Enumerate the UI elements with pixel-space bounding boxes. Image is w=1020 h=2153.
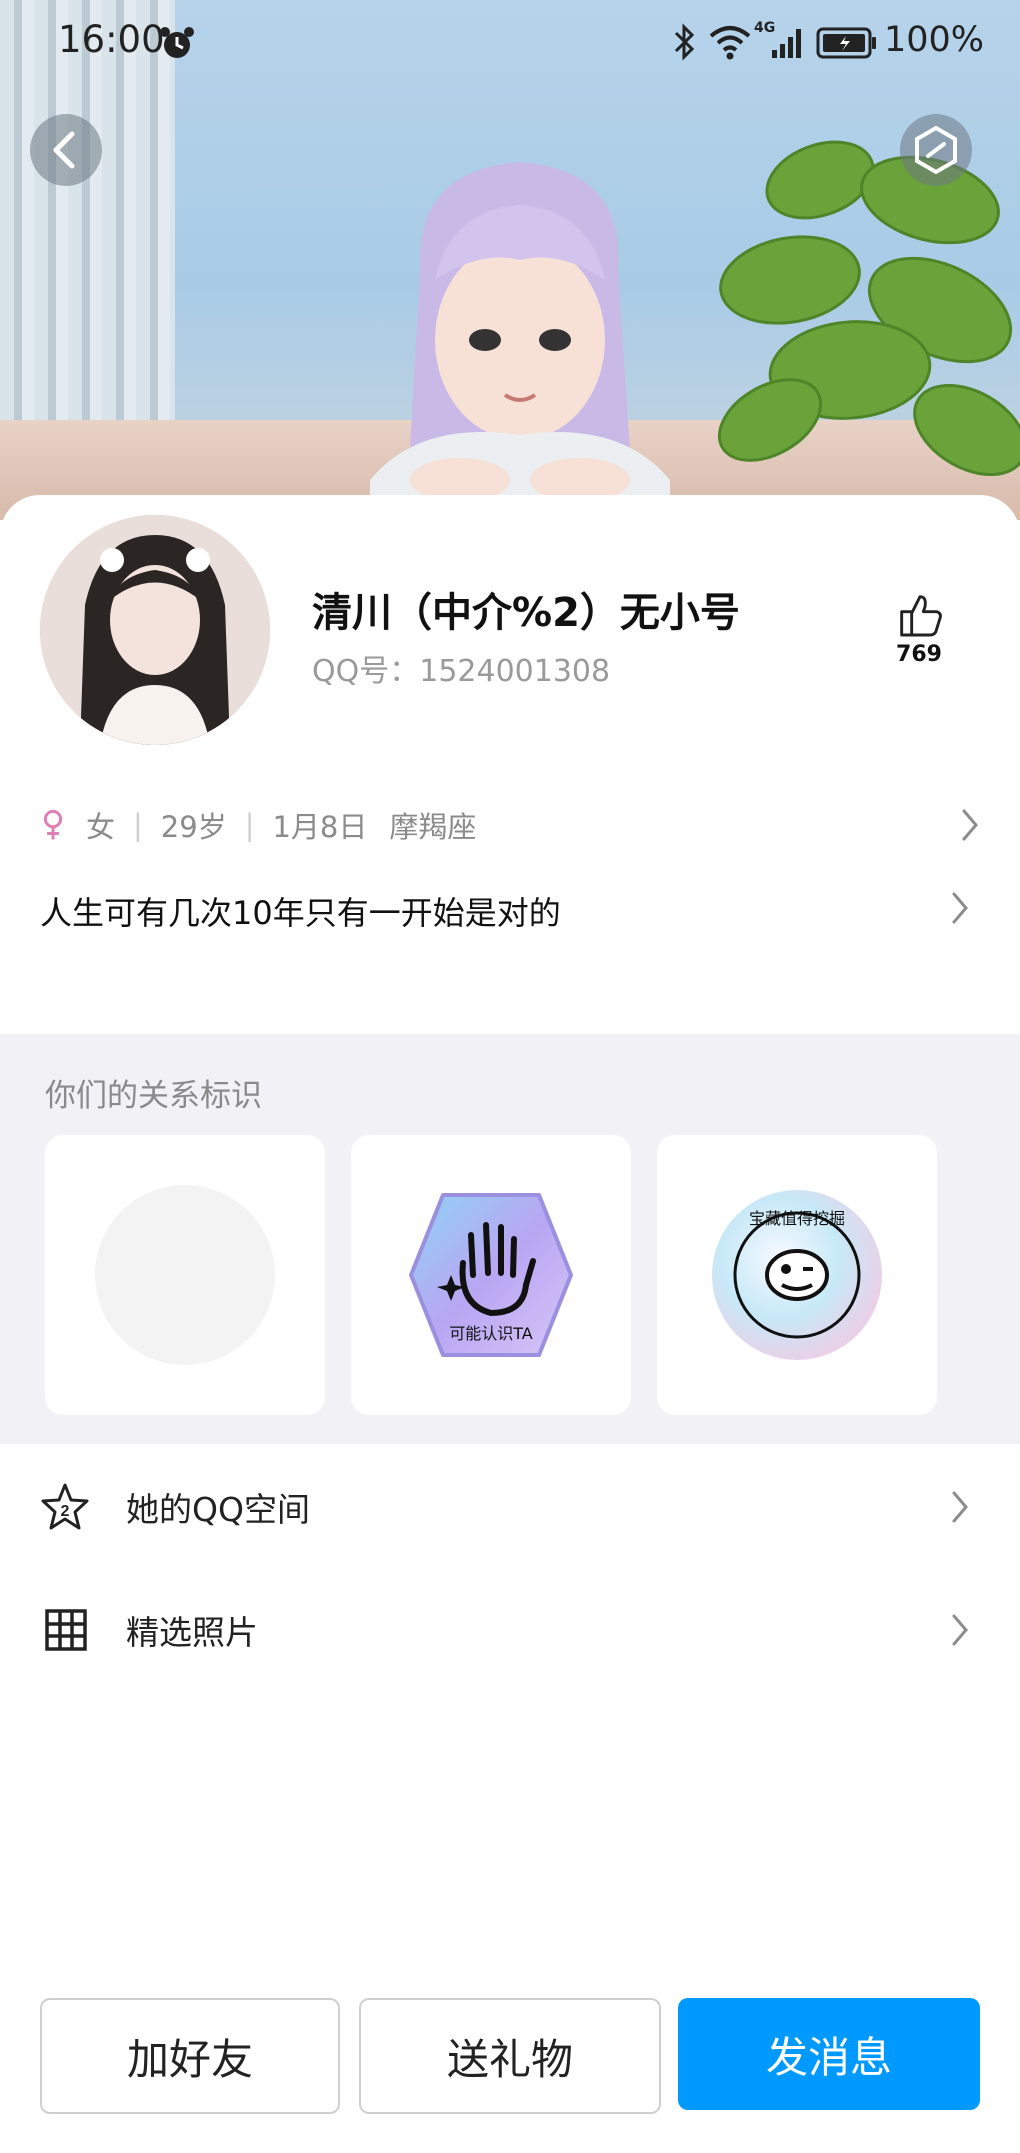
send-message-button[interactable]: 发消息: [678, 1998, 980, 2110]
signature[interactable]: 人生可有几次10年只有一开始是对的: [40, 888, 561, 934]
more-options-button[interactable]: [900, 114, 972, 186]
chevron-left-icon: [53, 131, 75, 169]
treasure-smiley-badge-icon: [712, 1190, 882, 1360]
zodiac-label: 摩羯座: [389, 810, 477, 844]
back-button[interactable]: [30, 114, 102, 186]
list-item-photos[interactable]: 精选照片: [0, 1570, 1020, 1690]
divider: |: [244, 808, 255, 842]
avatar-3d-character: [370, 162, 670, 520]
chevron-right-icon: [952, 1614, 968, 1646]
wifi-icon: [709, 26, 751, 60]
list-item-qzone[interactable]: 2 她的QQ空间: [0, 1447, 1020, 1567]
grid-icon: [45, 1609, 87, 1651]
empty-badge-icon: [95, 1185, 275, 1365]
female-icon: [43, 809, 63, 840]
relation-badge-card[interactable]: 宝藏值得挖掘: [657, 1135, 937, 1415]
relation-badge-label: 可能认识TA: [449, 1324, 533, 1343]
age-label: 29岁: [160, 810, 227, 844]
relation-section-title: 你们的关系标识: [45, 1078, 262, 1114]
avatar[interactable]: [40, 515, 270, 745]
nickname: 清川（中介%2）无小号: [312, 590, 740, 636]
qq-number: QQ号：1524001308: [312, 654, 611, 689]
list-item-label: 她的QQ空间: [126, 1490, 310, 1529]
chevron-right-icon: [962, 809, 978, 841]
plant-illustration: [717, 140, 1020, 477]
relation-badge-card[interactable]: 可能认识TA: [351, 1135, 631, 1415]
hexagon-edit-icon: [915, 125, 957, 175]
svg-text:2: 2: [61, 1503, 70, 1520]
basic-info-row[interactable]: 女 | 29岁 | 1月8日 摩羯座: [40, 800, 980, 850]
birthday-label: 1月8日: [272, 810, 368, 844]
battery-percentage: 100%: [884, 20, 985, 60]
list-item-label: 精选照片: [126, 1613, 258, 1652]
relation-badge-label: 宝藏值得挖掘: [748, 1209, 845, 1228]
divider: |: [133, 808, 143, 842]
thumbs-up-icon: [900, 595, 942, 637]
alarm-icon: [160, 27, 194, 58]
status-bar: 16:00 4G 100%: [0, 0, 1020, 80]
chevron-right-icon: [952, 892, 968, 924]
send-gift-button[interactable]: 送礼物: [359, 1998, 661, 2114]
signal-icon: [772, 29, 801, 58]
avatar-photo: [40, 515, 270, 745]
gender-label: 女: [86, 810, 116, 844]
battery-icon: [816, 27, 876, 59]
add-friend-button[interactable]: 加好友: [40, 1998, 340, 2114]
like-count: 769: [896, 642, 942, 667]
bluetooth-icon: [674, 23, 695, 61]
star-2-icon: 2: [41, 1483, 89, 1530]
relation-badge-card[interactable]: [45, 1135, 325, 1415]
waving-hand-badge-icon: [409, 1193, 573, 1357]
chevron-right-icon: [952, 1491, 968, 1523]
status-time: 16:00: [58, 18, 165, 61]
